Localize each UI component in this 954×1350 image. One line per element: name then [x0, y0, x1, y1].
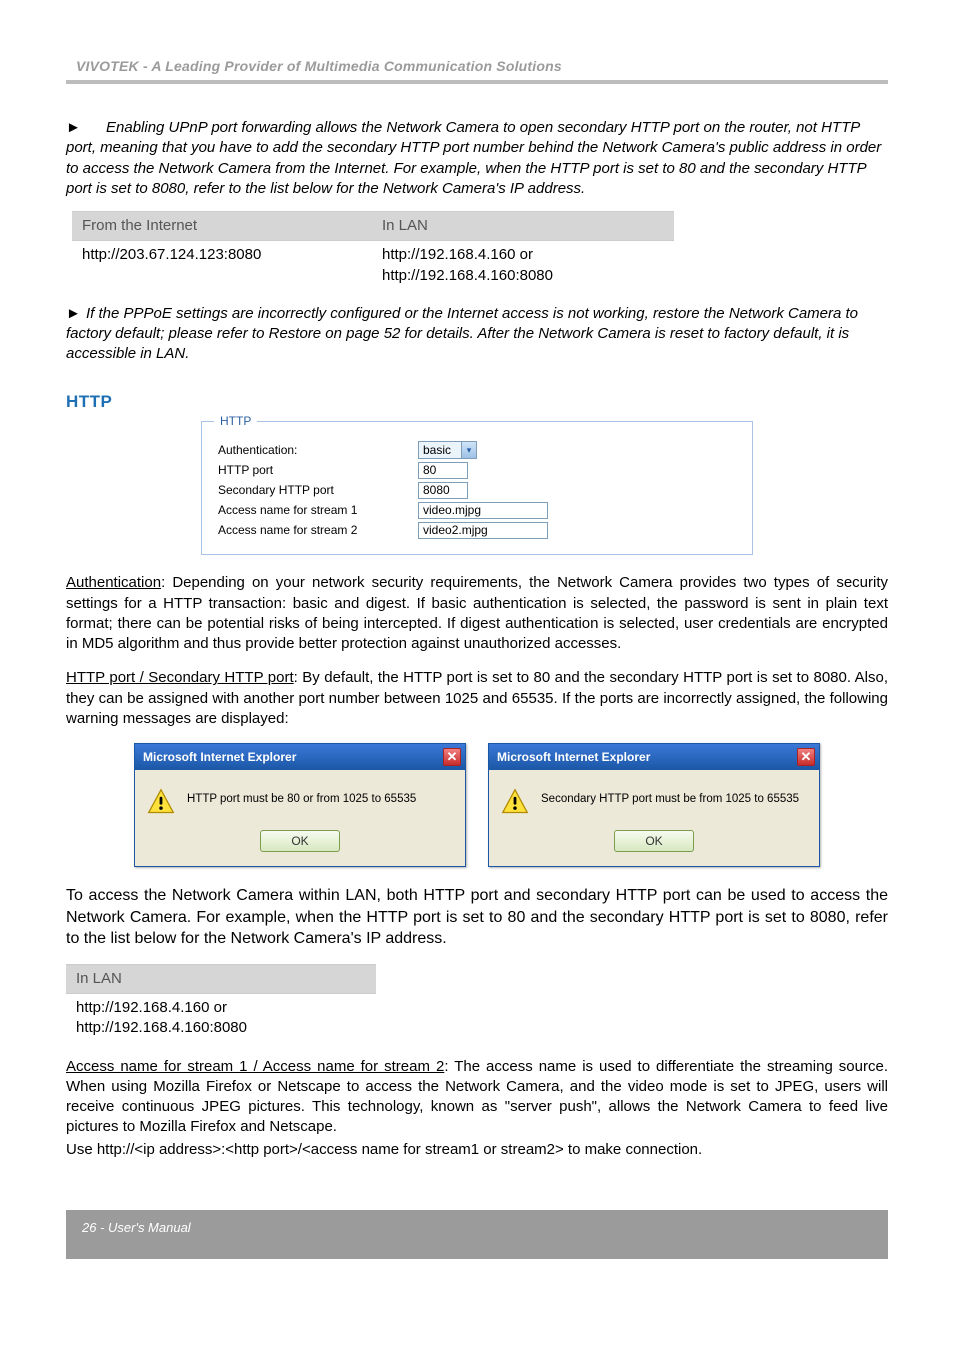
http-port-underline: HTTP port / Secondary HTTP port [66, 669, 294, 686]
access-stream2-input[interactable] [418, 522, 548, 539]
page-footer: 26 - User's Manual [66, 1210, 888, 1259]
paragraph-http-port: HTTP port / Secondary HTTP port: By defa… [66, 668, 888, 729]
label-secondary-http-port: Secondary HTTP port [218, 482, 418, 498]
address-table-lan: In LAN http://192.168.4.160 or http://19… [66, 964, 376, 1043]
note-upnp-text: Enabling UPnP port forwarding allows the… [66, 119, 881, 197]
dialog-message: Secondary HTTP port must be from 1025 to… [541, 788, 799, 808]
http-port-input[interactable] [418, 462, 468, 479]
authentication-text: : Depending on your network security req… [66, 574, 888, 652]
warning-dialogs: Microsoft Internet Explorer ✕ HTTP port … [66, 743, 888, 867]
paragraph-lan-access: To access the Network Camera within LAN,… [66, 885, 888, 950]
cell-lan-urls: http://192.168.4.160 or http://192.168.4… [372, 241, 674, 290]
note-pppoe-text: If the PPPoE settings are incorrectly co… [66, 305, 858, 363]
label-access-stream2: Access name for stream 2 [218, 522, 418, 538]
lan-url-1: http://192.168.4.160 or [76, 999, 227, 1016]
arrow-icon: ► [66, 304, 86, 324]
arrow-icon: ► [66, 118, 86, 138]
paragraph-authentication: Authentication: Depending on your networ… [66, 573, 888, 654]
close-icon[interactable]: ✕ [443, 748, 461, 766]
authentication-underline: Authentication [66, 574, 161, 591]
dialog-title-text: Microsoft Internet Explorer [497, 749, 650, 765]
address-table-internet-lan: From the Internet In LAN http://203.67.1… [72, 211, 674, 290]
chevron-down-icon[interactable]: ▾ [461, 442, 476, 458]
paragraph-access-name: Access name for stream 1 / Access name f… [66, 1057, 888, 1138]
label-authentication: Authentication: [218, 442, 418, 458]
access-name-underline: Access name for stream 1 / Access name f… [66, 1058, 444, 1075]
table-header-lan: In LAN [372, 212, 674, 241]
secondary-http-port-input[interactable] [418, 482, 468, 499]
cell-internet-url: http://203.67.124.123:8080 [72, 241, 372, 290]
section-heading-http: HTTP [66, 391, 888, 414]
lan-url-2: http://192.168.4.160:8080 [76, 1019, 247, 1036]
ok-button[interactable]: OK [614, 830, 694, 852]
label-access-stream1: Access name for stream 1 [218, 502, 418, 518]
dialog-message: HTTP port must be 80 or from 1025 to 655… [187, 788, 416, 808]
dialog-secondary-port-warning: Microsoft Internet Explorer ✕ Secondary … [488, 743, 820, 867]
dialog-titlebar[interactable]: Microsoft Internet Explorer ✕ [489, 744, 819, 770]
header-title: VIVOTEK - A Leading Provider of Multimed… [76, 58, 562, 74]
warning-icon [501, 788, 529, 816]
authentication-select[interactable]: basic ▾ [418, 441, 477, 459]
note-upnp: ►Enabling UPnP port forwarding allows th… [66, 118, 888, 199]
lan-url-1: http://192.168.4.160 or [382, 246, 533, 263]
table-row: http://203.67.124.123:8080 http://192.16… [72, 241, 674, 290]
footer-text: 26 - User's Manual [82, 1220, 191, 1235]
close-icon[interactable]: ✕ [797, 748, 815, 766]
http-settings-panel: HTTP Authentication: basic ▾ HTTP port S… [201, 421, 753, 555]
page-header: VIVOTEK - A Leading Provider of Multimed… [66, 50, 888, 84]
cell-lan-urls: http://192.168.4.160 or http://192.168.4… [66, 994, 376, 1043]
table-row: http://192.168.4.160 or http://192.168.4… [66, 994, 376, 1043]
dialog-http-port-warning: Microsoft Internet Explorer ✕ HTTP port … [134, 743, 466, 867]
label-http-port: HTTP port [218, 462, 418, 478]
warning-icon [147, 788, 175, 816]
table-header-lan: In LAN [66, 964, 376, 993]
lan-url-2: http://192.168.4.160:8080 [382, 267, 553, 284]
authentication-value: basic [423, 442, 461, 458]
table-header-row: In LAN [66, 964, 376, 993]
table-header-internet: From the Internet [72, 212, 372, 241]
dialog-title-text: Microsoft Internet Explorer [143, 749, 296, 765]
note-pppoe: ►If the PPPoE settings are incorrectly c… [66, 304, 888, 365]
paragraph-use-url: Use http://<ip address>:<http port>/<acc… [66, 1140, 888, 1160]
dialog-titlebar[interactable]: Microsoft Internet Explorer ✕ [135, 744, 465, 770]
http-panel-legend: HTTP [214, 413, 257, 429]
access-stream1-input[interactable] [418, 502, 548, 519]
ok-button[interactable]: OK [260, 830, 340, 852]
table-header-row: From the Internet In LAN [72, 212, 674, 241]
